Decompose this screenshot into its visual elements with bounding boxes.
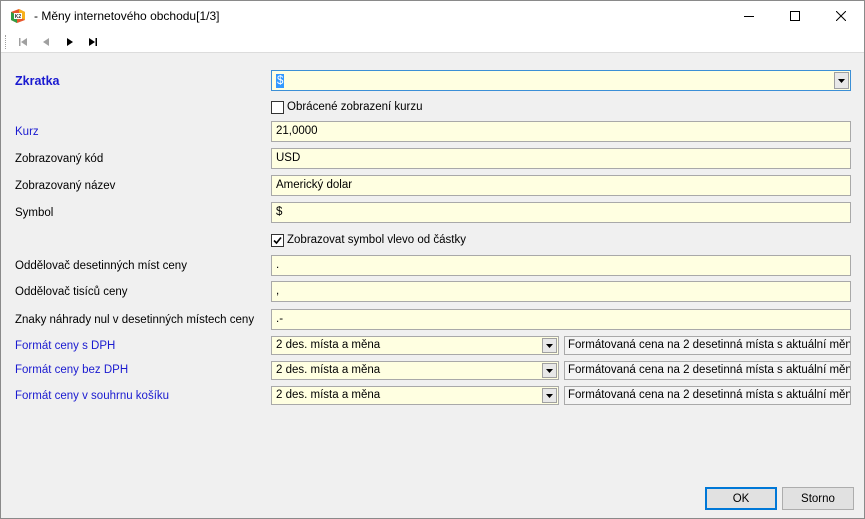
- thou-sep-label: Oddělovač tisíců ceny: [15, 286, 128, 298]
- last-record-icon: [89, 38, 97, 46]
- reverse-rate-label: Obrácené zobrazení kurzu: [287, 101, 423, 113]
- reverse-rate-checkbox-box[interactable]: [271, 100, 284, 114]
- fmt-cart-dropdown-button[interactable]: [542, 388, 557, 403]
- chevron-down-icon: [546, 393, 553, 398]
- dec-sep-input[interactable]: .: [271, 255, 851, 276]
- title-bar[interactable]: K2 - Měny internetového obchodu[1/3]: [1, 1, 864, 31]
- fmt-cart-value: 2 des. místa a měna: [276, 389, 381, 401]
- fmt-cart-label: Formát ceny v souhrnu košíku: [15, 390, 170, 402]
- fmt-vat-label: Formát ceny s DPH: [15, 340, 116, 352]
- zero-repl-label: Znaky náhrady nul v desetinných místech …: [15, 314, 255, 326]
- reverse-rate-checkbox[interactable]: Obrácené zobrazení kurzu: [271, 99, 423, 115]
- symbol-label: Symbol: [15, 207, 54, 219]
- thou-sep-input[interactable]: ,: [271, 281, 851, 302]
- previous-record-button[interactable]: [38, 34, 54, 50]
- maximize-icon: [790, 11, 800, 21]
- fmt-novat-combo[interactable]: 2 des. místa a měna: [271, 361, 559, 380]
- checkmark-icon: [273, 236, 282, 244]
- dialog-window: K2 - Měny internetového obchodu[1/3] Zkr…: [0, 0, 865, 519]
- next-record-button[interactable]: [62, 34, 78, 50]
- symbol-left-checkbox[interactable]: Zobrazovat symbol vlevo od částky: [271, 232, 466, 248]
- svg-text:K2: K2: [15, 14, 22, 20]
- cancel-button[interactable]: Storno: [782, 487, 854, 510]
- minimize-icon: [744, 16, 754, 17]
- fmt-novat-value: 2 des. místa a měna: [276, 364, 381, 376]
- close-icon: [836, 11, 846, 21]
- minimize-button[interactable]: [726, 1, 772, 31]
- zkratka-label: Zkratka: [15, 74, 60, 88]
- symbol-input[interactable]: $: [271, 202, 851, 223]
- kurz-label: Kurz: [15, 126, 39, 138]
- fmt-novat-description: Formátovaná cena na 2 desetinná místa s …: [564, 361, 851, 380]
- kod-input[interactable]: USD: [271, 148, 851, 169]
- window-title: - Měny internetového obchodu[1/3]: [34, 9, 220, 23]
- kurz-input[interactable]: 21,0000: [271, 121, 851, 142]
- last-record-button[interactable]: [85, 34, 101, 50]
- fmt-cart-description: Formátovaná cena na 2 desetinná místa s …: [564, 386, 851, 405]
- zero-repl-input[interactable]: .-: [271, 309, 851, 330]
- chevron-down-icon: [546, 368, 553, 373]
- first-record-icon: [19, 38, 27, 46]
- toolbar-grip[interactable]: [5, 35, 7, 49]
- fmt-vat-dropdown-button[interactable]: [542, 338, 557, 353]
- fmt-novat-label: Formát ceny bez DPH: [15, 364, 129, 376]
- dec-sep-label: Oddělovač desetinných míst ceny: [15, 260, 187, 272]
- close-button[interactable]: [818, 1, 864, 31]
- record-toolbar: [1, 31, 864, 53]
- zkratka-dropdown-button[interactable]: [834, 72, 849, 89]
- chevron-down-icon: [838, 78, 845, 83]
- nazev-label: Zobrazovaný název: [15, 180, 116, 192]
- zkratka-combo[interactable]: $: [271, 70, 851, 91]
- fmt-cart-combo[interactable]: 2 des. místa a měna: [271, 386, 559, 405]
- fmt-vat-description: Formátovaná cena na 2 desetinná místa s …: [564, 336, 851, 355]
- fmt-vat-value: 2 des. místa a měna: [276, 339, 381, 351]
- previous-record-icon: [43, 38, 49, 46]
- nazev-input[interactable]: Americký dolar: [271, 175, 851, 196]
- k2-app-icon: K2: [10, 8, 26, 24]
- chevron-down-icon: [546, 343, 553, 348]
- kod-label: Zobrazovaný kód: [15, 153, 104, 165]
- fmt-novat-dropdown-button[interactable]: [542, 363, 557, 378]
- first-record-button[interactable]: [15, 34, 31, 50]
- fmt-vat-combo[interactable]: 2 des. místa a měna: [271, 336, 559, 355]
- symbol-left-checkbox-box[interactable]: [271, 233, 284, 247]
- ok-button[interactable]: OK: [705, 487, 777, 510]
- next-record-icon: [67, 38, 73, 46]
- symbol-left-label: Zobrazovat symbol vlevo od částky: [287, 234, 466, 246]
- maximize-button[interactable]: [772, 1, 818, 31]
- zkratka-value: $: [276, 74, 285, 88]
